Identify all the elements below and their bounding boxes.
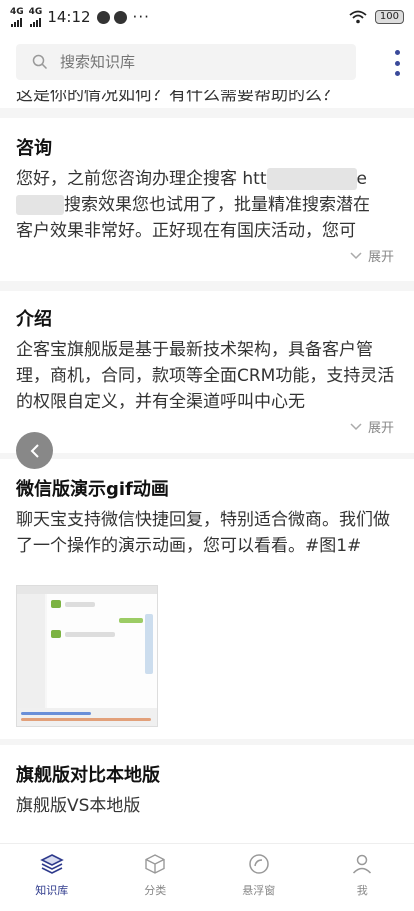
chevron-down-icon bbox=[350, 251, 362, 259]
article-body: 企客宝旗舰版是基于最新技术架构，具备客户管理，商机，合同，款项等全面CRM功能，… bbox=[16, 340, 395, 412]
search-header bbox=[0, 34, 414, 90]
article-body-line: 搜索效果您也试用了，批量精准搜索潜在 bbox=[64, 195, 370, 215]
thumbnail-footer bbox=[17, 708, 157, 726]
signal-bars-icon bbox=[29, 17, 41, 27]
more-notifications-icon: ··· bbox=[132, 8, 150, 26]
tab-category[interactable]: 分类 bbox=[104, 844, 208, 911]
article-body: 您好，之前您咨询办理企搜客 htt e 搜索效果您也试用了，批量精准搜索潜在 客户… bbox=[16, 166, 400, 244]
tab-label: 知识库 bbox=[35, 884, 69, 897]
layers-icon bbox=[39, 854, 64, 874]
clock: 14:12 bbox=[47, 8, 91, 26]
dot-icon bbox=[394, 60, 400, 66]
signal-1-label: 4G bbox=[10, 6, 24, 17]
search-icon bbox=[32, 54, 48, 70]
more-options-button[interactable] bbox=[392, 50, 402, 76]
dot-icon bbox=[394, 71, 400, 76]
thumbnail-bubble bbox=[65, 602, 95, 607]
thumbnail-bubble bbox=[119, 618, 143, 623]
tab-me[interactable]: 我 bbox=[311, 844, 414, 911]
redacted-block bbox=[16, 195, 64, 215]
article-body: 聊天宝支持微信快捷回复，特别适合微商。我们做了一个操作的演示动画，您可以看看。#… bbox=[16, 510, 390, 556]
battery-indicator: 100 bbox=[374, 10, 404, 24]
signal-4g-1: 4G bbox=[10, 6, 24, 27]
signal-bars-icon bbox=[11, 17, 23, 27]
dot-icon bbox=[394, 50, 400, 55]
gif-thumbnail[interactable] bbox=[16, 585, 158, 727]
person-icon bbox=[353, 854, 372, 874]
float-window-icon bbox=[249, 854, 269, 874]
thumbnail-sidebar bbox=[17, 594, 45, 709]
article-card[interactable]: 旗舰版对比本地版 旗舰版VS本地版 bbox=[0, 745, 414, 843]
thumbnail-footer-line bbox=[21, 712, 91, 715]
search-input[interactable] bbox=[60, 53, 310, 71]
message-icon bbox=[113, 10, 127, 24]
tab-knowledge-base[interactable]: 知识库 bbox=[0, 844, 104, 911]
expand-button[interactable]: 展开 bbox=[350, 246, 394, 265]
status-bar: 4G 4G 14:12 ··· 100 bbox=[0, 0, 414, 34]
article-title: 微信版演示gif动画 bbox=[16, 479, 169, 500]
wifi-icon bbox=[349, 10, 367, 24]
tab-float-window[interactable]: 悬浮窗 bbox=[207, 844, 311, 911]
chevron-left-icon bbox=[30, 443, 39, 458]
signal-4g-2: 4G bbox=[28, 6, 43, 27]
search-bar[interactable] bbox=[16, 44, 356, 80]
tab-label: 分类 bbox=[144, 884, 167, 897]
redacted-block bbox=[266, 168, 357, 190]
separator bbox=[0, 281, 414, 291]
article-title: 介绍 bbox=[16, 309, 52, 330]
bottom-tab-bar: 知识库 分类 悬浮窗 我 bbox=[0, 843, 414, 911]
article-body-line: 您好，之前您咨询办理企搜客 htt bbox=[16, 169, 267, 189]
thumbnail-avatar bbox=[51, 600, 61, 608]
article-body-line: e bbox=[356, 169, 367, 189]
separator bbox=[0, 108, 414, 118]
tab-label: 我 bbox=[356, 884, 368, 897]
article-title: 咨询 bbox=[16, 138, 52, 159]
thumbnail-footer-line bbox=[21, 718, 151, 721]
article-card[interactable]: 咨询 您好，之前您咨询办理企搜客 htt e 搜索效果您也试用了，批量精准搜索潜在… bbox=[0, 118, 414, 281]
cube-icon bbox=[145, 854, 165, 874]
thumbnail-scroll bbox=[145, 614, 153, 674]
expand-button[interactable]: 展开 bbox=[350, 417, 394, 436]
thumbnail-avatar bbox=[51, 630, 61, 638]
article-body: 旗舰版VS本地版 bbox=[16, 796, 141, 816]
signal-2-label: 4G bbox=[28, 6, 43, 17]
expand-label: 展开 bbox=[367, 250, 394, 265]
tab-label: 悬浮窗 bbox=[242, 884, 276, 897]
article-card[interactable]: 介绍 企客宝旗舰版是基于最新技术架构，具备客户管理，商机，合同，款项等全面CRM… bbox=[0, 291, 414, 453]
expand-label: 展开 bbox=[367, 421, 394, 436]
notification-icon bbox=[96, 10, 110, 24]
thumbnail-titlebar bbox=[17, 586, 157, 594]
thumbnail-bubble bbox=[65, 632, 115, 637]
chevron-down-icon bbox=[350, 422, 362, 430]
back-button[interactable] bbox=[16, 432, 53, 469]
article-title: 旗舰版对比本地版 bbox=[16, 765, 160, 786]
article-body-line: 客户效果非常好。正好现在有国庆活动，您可 bbox=[16, 221, 356, 241]
thumbnail-chat-area bbox=[47, 594, 157, 709]
